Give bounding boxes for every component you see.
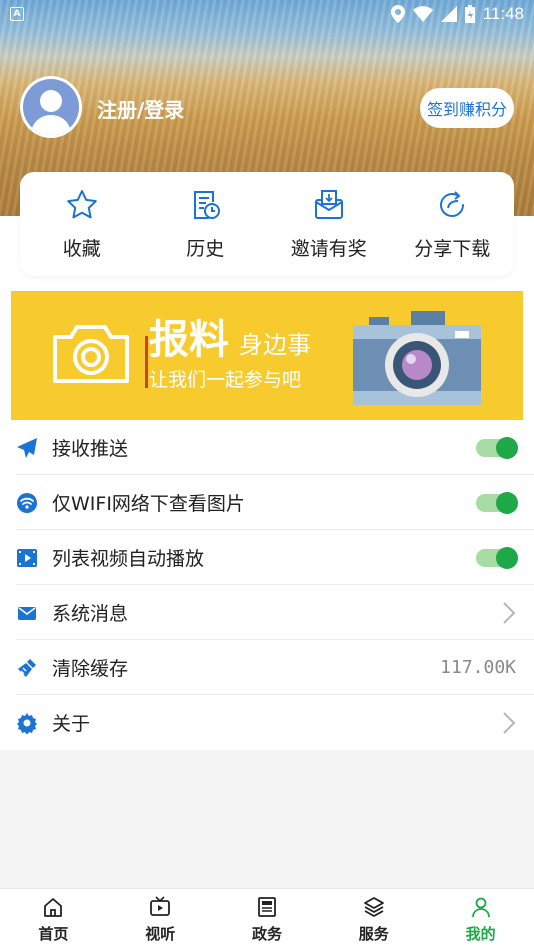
- status-time: 11:48: [482, 4, 524, 23]
- nav-media[interactable]: 视听: [107, 889, 214, 950]
- quick-action-label: 邀请有奖: [290, 238, 367, 260]
- paper-plane-icon: [16, 437, 38, 459]
- nav-label: 服务: [358, 925, 389, 943]
- camera-illustration-icon: [353, 311, 481, 405]
- quick-action-history[interactable]: 历史: [144, 172, 268, 276]
- setting-system-messages[interactable]: 系统消息: [0, 585, 534, 640]
- banner-subtitle: 让我们一起参与吧: [149, 369, 302, 391]
- film-icon: [16, 547, 38, 569]
- camera-outline-icon: [53, 325, 129, 383]
- quick-action-label: 历史: [186, 238, 225, 260]
- gear-icon: [16, 712, 38, 734]
- settings-list: 接收推送 仅WIFI网络下查看图片 列表视频自动播放 系统消息 清除缓存 117…: [0, 420, 534, 750]
- quick-action-label: 收藏: [62, 238, 101, 260]
- nav-services[interactable]: 服务: [320, 889, 427, 950]
- autoplay-toggle[interactable]: [476, 546, 518, 569]
- login-register-link[interactable]: 注册/登录: [97, 94, 184, 123]
- setting-label: 仅WIFI网络下查看图片: [52, 493, 245, 515]
- star-icon: [66, 190, 97, 219]
- nav-government[interactable]: 政务: [214, 889, 321, 950]
- avatar[interactable]: [20, 76, 82, 138]
- wifi-icon: [16, 492, 38, 514]
- push-toggle[interactable]: [476, 436, 518, 459]
- setting-receive-push[interactable]: 接收推送: [0, 420, 534, 475]
- envelope-icon: [16, 602, 38, 624]
- nav-mine[interactable]: 我的: [427, 889, 534, 950]
- setting-label: 接收推送: [52, 438, 129, 460]
- nav-label: 政务: [251, 925, 282, 943]
- default-user-icon: [31, 90, 71, 135]
- nav-label: 视听: [145, 925, 176, 943]
- quick-action-favorites[interactable]: 收藏: [20, 172, 144, 276]
- battery-icon: [464, 5, 475, 23]
- history-icon: [194, 191, 221, 219]
- setting-label: 列表视频自动播放: [52, 548, 205, 570]
- setting-label: 系统消息: [52, 603, 129, 625]
- newspaper-icon: [258, 897, 276, 917]
- home-icon: [44, 898, 63, 917]
- wifi-only-toggle[interactable]: [476, 491, 518, 514]
- layers-icon: [363, 897, 384, 917]
- chevron-right-icon: [503, 711, 516, 734]
- nav-label: 我的: [465, 925, 496, 943]
- nav-home[interactable]: 首页: [0, 889, 107, 950]
- app-notification-icon: A: [10, 7, 24, 21]
- broom-icon: [16, 657, 38, 679]
- report-news-banner[interactable]: 报料 身边事 让我们一起参与吧: [11, 291, 523, 420]
- banner-side-title: 身边事: [239, 331, 311, 359]
- cell-signal-icon: [440, 6, 457, 22]
- setting-clear-cache[interactable]: 清除缓存 117.00K: [0, 640, 534, 695]
- quick-action-share-download[interactable]: 分享下载: [391, 172, 515, 276]
- quick-actions-card: 收藏 历史 邀请有奖 分享下载: [20, 172, 514, 276]
- banner-title: 报料: [149, 316, 229, 363]
- bottom-navigation: 首页 视听 政务 服务 我的: [0, 888, 534, 950]
- user-icon: [471, 897, 490, 918]
- cache-size-value: 117.00K: [440, 657, 516, 678]
- setting-about[interactable]: 关于: [0, 695, 534, 750]
- quick-action-label: 分享下载: [414, 238, 491, 260]
- invite-gift-icon: [314, 190, 343, 219]
- nav-label: 首页: [38, 925, 69, 943]
- signin-earn-points-button[interactable]: 签到赚积分: [420, 88, 514, 128]
- setting-autoplay-video[interactable]: 列表视频自动播放: [0, 530, 534, 585]
- location-icon: [390, 5, 405, 23]
- chevron-right-icon: [503, 601, 516, 624]
- share-refresh-icon: [440, 191, 465, 217]
- setting-label: 关于: [52, 713, 91, 735]
- wifi-signal-icon: [412, 6, 433, 22]
- tv-play-icon: [150, 896, 171, 916]
- setting-label: 清除缓存: [52, 658, 129, 680]
- setting-wifi-only-images[interactable]: 仅WIFI网络下查看图片: [0, 475, 534, 530]
- banner-divider: [145, 336, 148, 388]
- quick-action-invite[interactable]: 邀请有奖: [267, 172, 391, 276]
- status-bar: A 11:48: [0, 0, 534, 28]
